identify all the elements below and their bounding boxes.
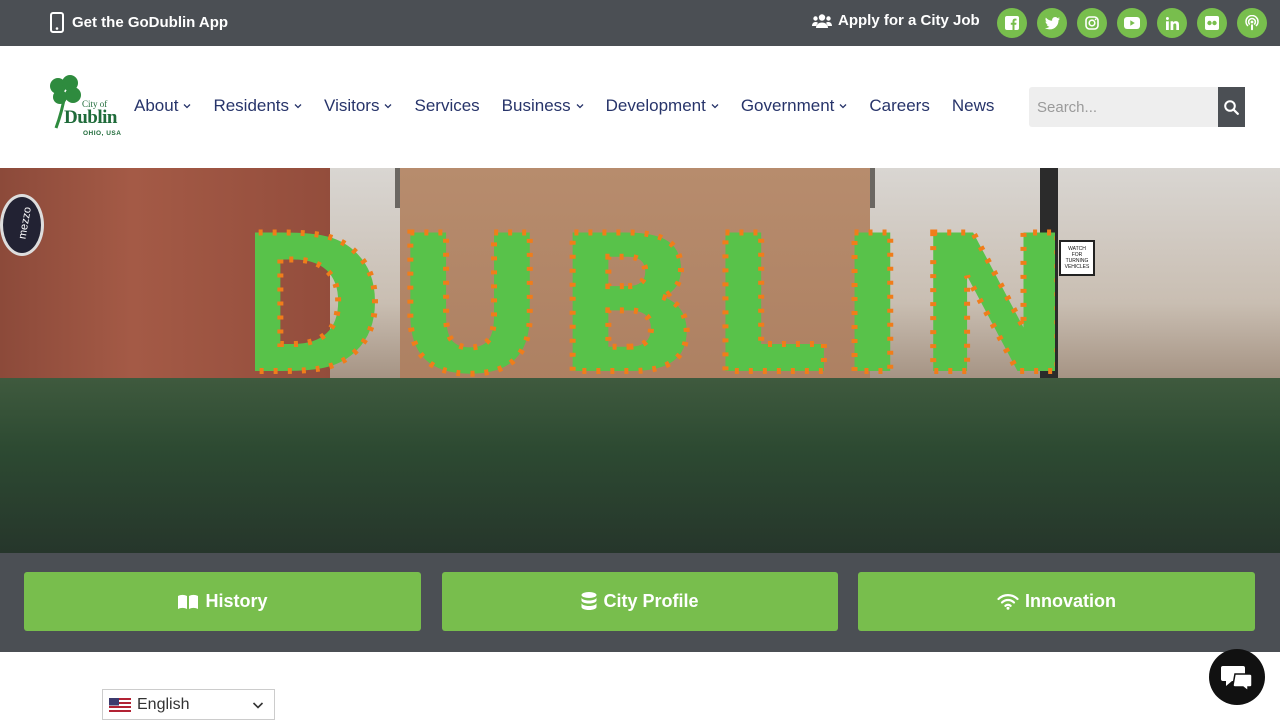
chat-bubbles-icon [1221, 666, 1253, 692]
nav-business[interactable]: Business [502, 96, 584, 116]
nav-development[interactable]: Development [606, 96, 719, 116]
nav-residents-label: Residents [213, 96, 290, 115]
content-area: English [0, 652, 1280, 720]
chevron-down-icon [385, 104, 392, 109]
nav-services-label: Services [414, 96, 480, 115]
history-button[interactable]: History [24, 572, 421, 631]
wifi-icon [997, 594, 1019, 610]
city-logo[interactable]: City of Dublin OHIO, USA [48, 74, 122, 140]
instagram-icon [1085, 16, 1099, 30]
search-input[interactable] [1029, 87, 1219, 127]
chevron-down-icon [839, 104, 847, 109]
database-icon [581, 592, 597, 610]
nav-services[interactable]: Services [414, 96, 479, 116]
twitter-link[interactable] [1037, 8, 1067, 38]
youtube-icon [1124, 17, 1140, 29]
site-header: City of Dublin OHIO, USA About Residents… [0, 46, 1280, 168]
flickr-link[interactable] [1197, 8, 1227, 38]
nav-visitors-label: Visitors [324, 96, 380, 115]
youtube-link[interactable] [1117, 8, 1147, 38]
nav-residents[interactable]: Residents [213, 96, 302, 116]
hero-street-sign-line: VEHICLES [1064, 264, 1090, 270]
nav-about-label: About [134, 96, 179, 115]
hero-balloon-word: DUBLIN [255, 206, 1055, 406]
innovation-button[interactable]: Innovation [858, 572, 1255, 631]
apply-city-job-link[interactable]: Apply for a City Job [812, 12, 980, 29]
social-links [997, 8, 1267, 38]
mobile-phone-icon [50, 12, 64, 33]
podcast-icon [1245, 15, 1259, 31]
podcast-link[interactable] [1237, 8, 1267, 38]
nav-news[interactable]: News [952, 96, 995, 116]
hero-storefront-sign: mezzo [0, 194, 44, 256]
nav-news-label: News [951, 96, 995, 115]
city-profile-button[interactable]: City Profile [442, 572, 838, 631]
flickr-icon [1205, 16, 1219, 30]
hero-balloon-letters: DUBLIN [255, 206, 1055, 406]
hero-storefront-sign-text: mezzo [16, 206, 34, 240]
top-utility-bar: Get the GoDublin App Apply for a City Jo… [0, 0, 1280, 46]
nav-careers-label: Careers [869, 96, 930, 115]
history-label: History [205, 591, 268, 611]
nav-government[interactable]: Government [741, 96, 848, 116]
chat-button[interactable] [1209, 649, 1265, 705]
facebook-icon [1005, 16, 1019, 30]
nav-visitors[interactable]: Visitors [324, 96, 392, 116]
book-icon [178, 594, 199, 609]
hero-crowd [0, 378, 1280, 553]
twitter-icon [1044, 16, 1060, 29]
nav-about[interactable]: About [134, 96, 191, 116]
search-box [1029, 87, 1245, 127]
get-app-link[interactable]: Get the GoDublin App [50, 12, 228, 33]
chevron-down-icon [294, 104, 302, 109]
us-flag-icon [109, 697, 131, 712]
nav-careers[interactable]: Careers [869, 96, 929, 116]
hero-image: mezzo WATCH FOR TURNING VEHICLES DUBLIN [0, 168, 1280, 553]
users-icon [812, 13, 832, 28]
linkedin-link[interactable] [1157, 8, 1187, 38]
chevron-down-icon [576, 104, 584, 109]
search-icon [1224, 99, 1239, 115]
chevron-down-icon [252, 702, 264, 709]
apply-city-job-label: Apply for a City Job [838, 12, 980, 29]
chevron-down-icon [711, 104, 719, 109]
instagram-link[interactable] [1077, 8, 1107, 38]
language-label: English [137, 695, 190, 713]
nav-government-label: Government [740, 96, 835, 115]
main-navigation: About Residents Visitors Services Busine… [134, 96, 1016, 116]
language-selector[interactable]: English [102, 689, 275, 720]
search-button[interactable] [1218, 87, 1245, 127]
city-profile-label: City Profile [603, 591, 699, 611]
hero-street-sign: WATCH FOR TURNING VEHICLES [1059, 240, 1095, 276]
chevron-down-icon [183, 104, 191, 109]
facebook-link[interactable] [997, 8, 1027, 38]
get-app-label: Get the GoDublin App [72, 14, 229, 31]
nav-business-label: Business [501, 96, 571, 115]
logo-region: OHIO, USA [83, 130, 122, 137]
linkedin-icon [1165, 16, 1179, 30]
innovation-label: Innovation [1025, 591, 1116, 611]
quick-links-band: History City Profile Innovation [0, 553, 1280, 652]
nav-development-label: Development [605, 96, 706, 115]
logo-name: Dublin [64, 107, 117, 128]
